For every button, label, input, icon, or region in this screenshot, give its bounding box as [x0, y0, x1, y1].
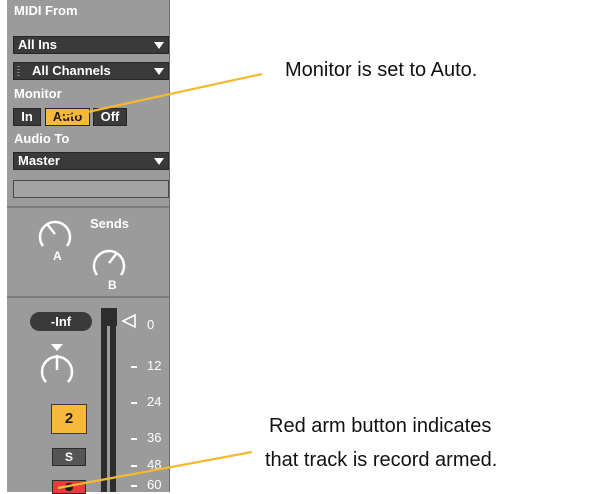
arm-annotation-line1: Red arm button indicates	[269, 415, 492, 437]
drag-grip-icon	[17, 66, 20, 77]
track-io-strip: MIDI From All Ins All Channels Monitor I…	[7, 0, 170, 494]
meter-tick-label: 0	[147, 317, 155, 332]
send-a-knob[interactable]	[35, 214, 75, 254]
meter-tick-label: 48	[147, 457, 162, 472]
audio-output-dropdown[interactable]: Master	[13, 152, 169, 170]
volume-fader-handle-icon[interactable]	[121, 313, 137, 329]
pan-knob-icon	[40, 344, 74, 383]
monitor-auto-button[interactable]: Auto	[45, 108, 90, 126]
meter-tick	[131, 402, 137, 404]
knob-icon	[92, 249, 126, 276]
monitor-off-button[interactable]: Off	[93, 108, 127, 126]
section-divider	[7, 206, 169, 208]
monitor-annotation: Monitor is set to Auto.	[285, 59, 478, 81]
audio-output-channel-field[interactable]	[13, 180, 169, 198]
knob-icon	[38, 220, 72, 247]
midi-channel-dropdown[interactable]: All Channels	[13, 62, 169, 80]
midi-from-label: MIDI From	[14, 3, 78, 18]
monitor-in-button[interactable]: In	[13, 108, 41, 126]
meter-tick	[131, 438, 137, 440]
chevron-down-icon	[154, 68, 164, 75]
volume-readout[interactable]: -Inf	[30, 312, 92, 331]
midi-channel-value: All Channels	[32, 63, 111, 78]
meter-tick-label: 24	[147, 394, 162, 409]
meter-tick	[131, 485, 137, 487]
track-activator-button[interactable]: 2	[51, 404, 87, 434]
meter-tick	[131, 366, 137, 368]
meter-tick	[131, 465, 137, 467]
level-meter-left	[101, 308, 107, 492]
monitor-label: Monitor	[14, 86, 62, 101]
level-meter-right	[110, 308, 116, 492]
pan-knob[interactable]	[37, 342, 77, 388]
meter-tick-label: 36	[147, 430, 162, 445]
send-b-knob[interactable]	[89, 243, 129, 283]
chevron-down-icon	[154, 158, 164, 165]
audio-to-label: Audio To	[14, 131, 70, 146]
midi-input-value: All Ins	[18, 37, 58, 52]
arm-annotation-line2: that track is record armed.	[265, 449, 498, 471]
sends-label: Sends	[90, 216, 130, 231]
chevron-down-icon	[154, 42, 164, 49]
midi-input-dropdown[interactable]: All Ins	[13, 36, 169, 54]
record-icon	[64, 482, 74, 492]
meter-tick-label: 12	[147, 358, 162, 373]
meter-tick-label: 60	[147, 477, 162, 492]
solo-button[interactable]: S	[52, 448, 86, 466]
audio-output-value: Master	[18, 153, 60, 168]
section-divider	[7, 296, 169, 298]
send-a-label: A	[53, 249, 62, 263]
send-b-label: B	[108, 278, 117, 292]
